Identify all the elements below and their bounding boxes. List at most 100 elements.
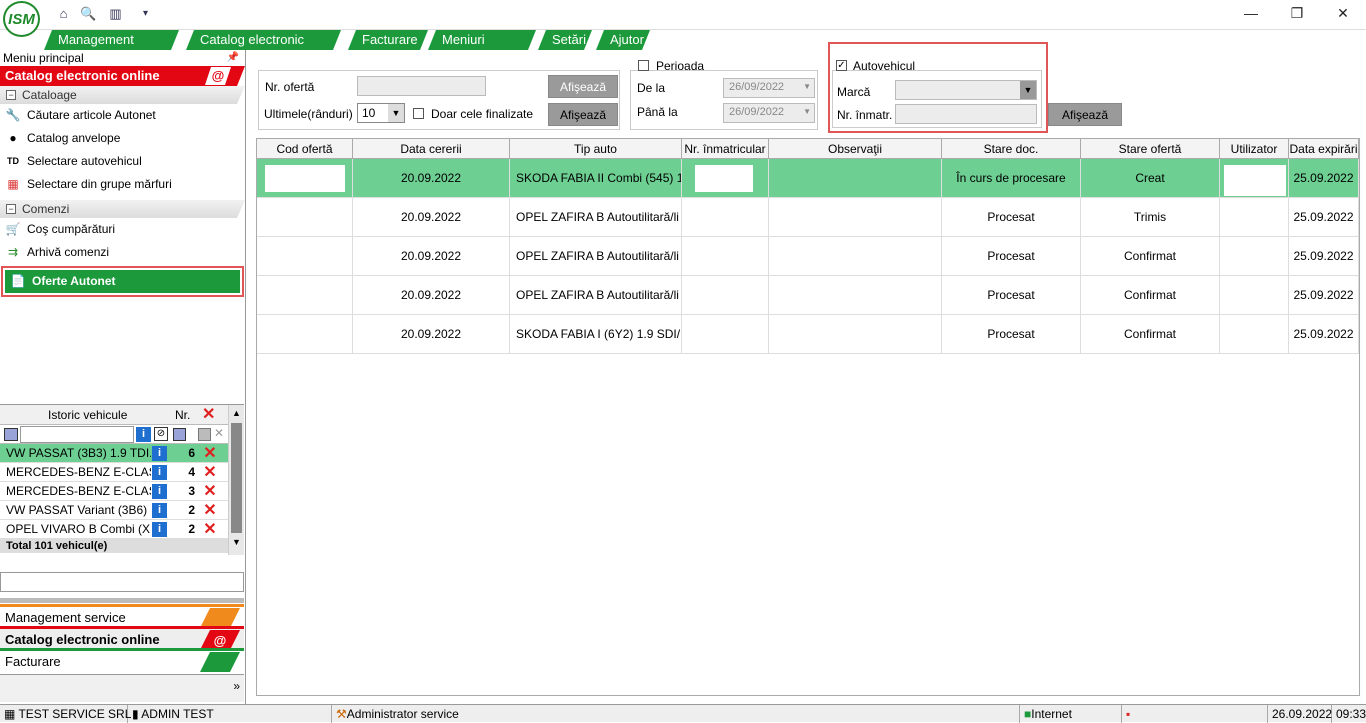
show-last-button[interactable]: Afişează — [548, 103, 618, 126]
module-facturare[interactable]: Facturare — [0, 648, 244, 670]
history-filter-input[interactable] — [20, 426, 134, 443]
col-cod-oferta[interactable]: Cod ofertă — [257, 139, 353, 159]
menu-meniuri-favorite[interactable]: Meniuri favorite — [428, 30, 536, 50]
info-icon[interactable]: i — [152, 465, 167, 480]
table-row[interactable]: 20.09.2022 SKODA FABIA I (6Y2) 1.9 SDI/..… — [257, 315, 1359, 354]
menu-setari[interactable]: Setări — [538, 30, 592, 50]
collapse-icon[interactable]: − — [6, 90, 16, 100]
delete-icon[interactable]: ✕ — [200, 444, 220, 463]
history-row[interactable]: OPEL VIVARO B Combi (X i 2 ✕ — [0, 520, 244, 539]
history-scrollbar[interactable]: ▲ ▼ — [228, 405, 244, 555]
remove-filter-icon[interactable]: ✕ — [214, 426, 224, 440]
info-icon[interactable]: i — [152, 503, 167, 518]
select-icon[interactable] — [173, 428, 186, 441]
de-la-date[interactable]: 26/09/2022 ▼ — [723, 78, 815, 98]
cell-utilizator — [1220, 198, 1289, 237]
nav-arhiva-comenzi[interactable]: ⇉ Arhivă comenzi — [0, 241, 245, 264]
nav-cautare-articole[interactable]: 🔧 Căutare articole Autonet — [0, 104, 245, 127]
empty-panel — [0, 572, 244, 592]
pin-icon[interactable]: 📌 — [227, 50, 239, 66]
dropdown-arrow-icon[interactable]: ▾ — [137, 6, 154, 22]
menu-facturare[interactable]: Facturare — [348, 30, 428, 50]
perioada-checkbox[interactable] — [638, 60, 649, 71]
info-icon[interactable]: i — [152, 446, 167, 461]
delete-all-icon[interactable]: ✕ — [202, 405, 215, 425]
search-icon[interactable]: 🔍 — [80, 6, 97, 22]
menu-catalog-electronic[interactable]: Catalog electronic online — [186, 30, 341, 50]
info-icon[interactable]: i — [152, 522, 167, 537]
history-row[interactable]: VW PASSAT Variant (3B6) i 2 ✕ — [0, 501, 244, 520]
history-row[interactable]: MERCEDES-BENZ E-CLAS i 3 ✕ — [0, 482, 244, 501]
section-catalog-electronic[interactable]: Catalog electronic online @ — [0, 66, 245, 86]
pana-la-date[interactable]: 26/09/2022 ▼ — [723, 103, 815, 123]
chevron-down-icon[interactable]: ▼ — [803, 107, 811, 116]
history-row[interactable]: MERCEDES-BENZ E-CLAS i 4 ✕ — [0, 463, 244, 482]
nr-inmatr-input[interactable] — [895, 104, 1037, 124]
table-row[interactable]: 20.09.2022 OPEL ZAFIRA B Autoutilitară/li… — [257, 198, 1359, 237]
cell-stare-oferta: Creat — [1081, 159, 1220, 198]
col-stare-doc[interactable]: Stare doc. — [942, 139, 1081, 159]
doar-finalizate-checkbox[interactable] — [413, 108, 424, 119]
chevron-down-icon[interactable]: ▼ — [1020, 81, 1036, 99]
marca-select[interactable]: ▼ — [895, 80, 1037, 100]
scroll-thumb[interactable] — [231, 423, 242, 533]
table-row[interactable]: 20.09.2022 OPEL ZAFIRA B Autoutilitară/li… — [257, 276, 1359, 315]
delete-icon[interactable]: ✕ — [200, 463, 220, 482]
history-total: Total 101 vehicul(e) — [0, 539, 244, 553]
nav-selectare-grupe[interactable]: ▦ Selectare din grupe mărfuri — [0, 173, 245, 196]
group-label: Cataloage — [22, 88, 77, 102]
scroll-down-icon[interactable]: ▼ — [229, 535, 244, 549]
module-bars: Management service Catalog electronic on… — [0, 604, 244, 670]
col-utilizator[interactable]: Utilizator — [1220, 139, 1289, 159]
col-nr-inmatricular[interactable]: Nr. înmatricular — [682, 139, 769, 159]
scroll-up-icon[interactable]: ▲ — [229, 405, 244, 421]
cell-stare-doc: În curs de procesare — [942, 159, 1081, 198]
restore-button[interactable]: ❐ — [1274, 0, 1320, 26]
collapse-icon[interactable]: − — [6, 204, 16, 214]
info-icon[interactable]: i — [152, 484, 167, 499]
nav-cos-cumparaturi[interactable]: 🛒 Coş cumpărături — [0, 218, 245, 241]
edit-icon[interactable]: ⊘ — [154, 427, 168, 441]
info-icon[interactable]: i — [136, 427, 151, 442]
col-tip-auto[interactable]: Tip auto — [510, 139, 682, 159]
chevron-down-icon[interactable]: ▼ — [388, 104, 404, 122]
table-row[interactable]: 20.09.2022 SKODA FABIA II Combi (545) 1..… — [257, 159, 1359, 198]
delete-icon[interactable]: ✕ — [200, 501, 220, 520]
menu-bar: Management service Catalog electronic on… — [44, 30, 1366, 50]
nav-catalog-anvelope[interactable]: ● Catalog anvelope — [0, 127, 245, 150]
delete-icon[interactable]: ✕ — [200, 482, 220, 501]
autovehicul-checkbox[interactable]: ✓ — [836, 60, 847, 71]
show-vehicle-button[interactable]: Afişează — [1048, 103, 1122, 126]
ultimele-select[interactable]: 10 ▼ — [357, 103, 405, 123]
home-icon[interactable]: ⌂ — [55, 6, 72, 22]
history-row[interactable]: VW PASSAT (3B3) 1.9 TDI. i 6 ✕ — [0, 444, 244, 463]
col-data-cererii[interactable]: Data cererii — [353, 139, 510, 159]
module-management-service[interactable]: Management service — [0, 604, 244, 626]
expand-icon[interactable]: » — [233, 679, 240, 693]
module-catalog-electronic[interactable]: Catalog electronic online @ — [0, 626, 244, 648]
close-window-button[interactable]: ✕ — [1320, 0, 1366, 26]
col-observatii[interactable]: Observaţii — [769, 139, 942, 159]
chevron-down-icon[interactable]: ▼ — [803, 82, 811, 91]
select-all-icon[interactable] — [4, 428, 18, 441]
menu-ajutor[interactable]: Ajutor — [596, 30, 650, 50]
nav-oferte-autonet[interactable]: 📄 Oferte Autonet — [5, 270, 240, 293]
table-row[interactable]: 20.09.2022 OPEL ZAFIRA B Autoutilitară/li… — [257, 237, 1359, 276]
cell-tip-auto: SKODA FABIA II Combi (545) 1... — [510, 159, 682, 198]
col-data-expirari[interactable]: Data expirări — [1289, 139, 1359, 159]
barcode-icon[interactable]: ▥ — [107, 6, 124, 22]
splitter[interactable] — [0, 598, 244, 603]
delete-icon[interactable]: ✕ — [200, 520, 220, 539]
show-offer-button[interactable]: Afişează — [548, 75, 618, 98]
clear-icon[interactable] — [198, 428, 211, 441]
vehicle-count: 2 — [188, 522, 195, 536]
group-comenzi[interactable]: − Comenzi — [0, 200, 245, 218]
cell-data-cererii: 20.09.2022 — [353, 276, 510, 315]
nav-selectare-autovehicul[interactable]: TD Selectare autovehicul — [0, 150, 245, 173]
cell-cod — [257, 237, 353, 276]
group-cataloage[interactable]: − Cataloage — [0, 86, 245, 104]
minimize-button[interactable]: — — [1228, 0, 1274, 26]
menu-management-service[interactable]: Management service — [44, 30, 179, 50]
nr-oferta-input[interactable] — [357, 76, 486, 96]
col-stare-oferta[interactable]: Stare ofertă — [1081, 139, 1220, 159]
